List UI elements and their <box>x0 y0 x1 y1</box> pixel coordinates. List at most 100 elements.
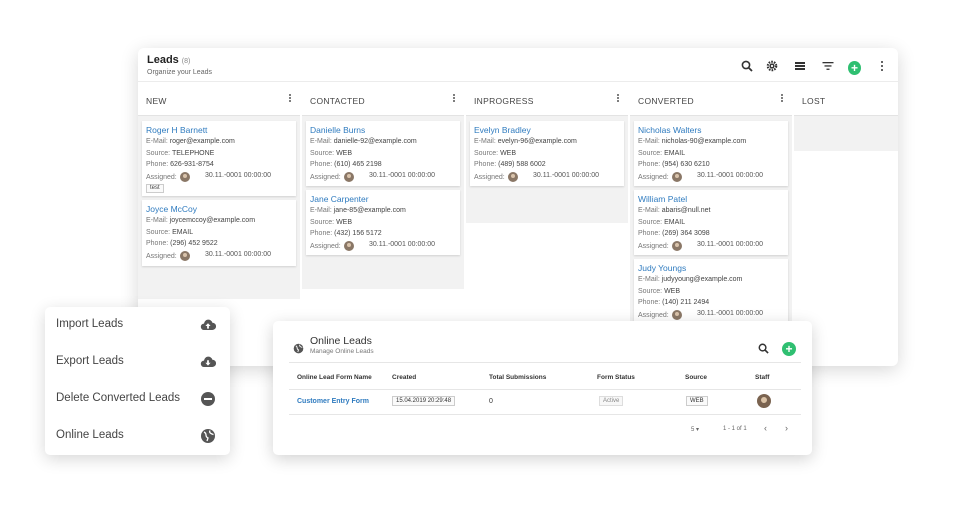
lead-date: 30.11.-0001 00:00:00 <box>697 172 764 179</box>
lead-tag: test <box>146 184 164 193</box>
lead-phone: Phone: (269) 364 3098 <box>638 230 710 237</box>
page-size-select[interactable]: 5 ▾ <box>691 426 699 433</box>
avatar <box>507 172 518 182</box>
column-inprogress: INPROGRESS Evelyn Bradley E-Mail: evelyn… <box>466 83 628 223</box>
lead-name[interactable]: William Patel <box>638 194 687 204</box>
lead-card[interactable]: Danielle Burns E-Mail: danielle-92@examp… <box>306 121 460 186</box>
menu-item-online-leads[interactable]: Online Leads <box>45 418 230 455</box>
column-title: CONVERTED <box>638 96 694 106</box>
lead-assigned: Assigned: <box>310 241 354 251</box>
menu-item-label: Export Leads <box>56 355 124 367</box>
lead-assigned: Assigned: <box>638 310 682 320</box>
lead-name[interactable]: Evelyn Bradley <box>474 125 531 135</box>
column-new: NEW Roger H Barnett E-Mail: roger@exampl… <box>138 83 300 299</box>
lead-count: (8) <box>181 58 191 65</box>
plus-icon: + <box>782 342 796 356</box>
form-name-link[interactable]: Customer Entry Form <box>297 398 369 405</box>
lead-card[interactable]: Roger H Barnett E-Mail: roger@example.co… <box>142 121 296 196</box>
lead-card[interactable]: Jane Carpenter E-Mail: jane-85@example.c… <box>306 190 460 255</box>
avatar <box>179 172 190 182</box>
column-title: INPROGRESS <box>474 96 534 106</box>
column-menu-icon[interactable] <box>288 93 292 103</box>
list-view-icon[interactable] <box>793 59 806 72</box>
column-contacted: CONTACTED Danielle Burns E-Mail: daniell… <box>302 83 464 289</box>
lead-date: 30.11.-0001 00:00:00 <box>205 251 272 258</box>
column-header: CONVERTED <box>630 83 792 116</box>
add-online-lead-button[interactable]: + <box>782 342 796 356</box>
column-header: CONTACTED <box>302 83 464 116</box>
lead-card[interactable]: Joyce McCoy E-Mail: joycemccoy@example.c… <box>142 200 296 266</box>
column-menu-icon[interactable] <box>616 93 620 103</box>
column-header-created: Created <box>392 374 417 381</box>
menu-item-label: Online Leads <box>56 429 124 441</box>
column-header: NEW <box>138 83 300 116</box>
lead-card[interactable]: Judy Youngs E-Mail: judyyoung@example.co… <box>634 259 788 324</box>
lead-source: Source: WEB <box>638 288 681 295</box>
lead-assigned: Assigned: <box>474 172 518 182</box>
prev-page-button[interactable]: ‹ <box>764 423 767 433</box>
divider <box>289 414 801 415</box>
gear-icon[interactable] <box>765 59 778 72</box>
chevron-down-icon: ▾ <box>696 427 700 433</box>
lead-email: E-Mail: jane-85@example.com <box>310 207 406 214</box>
globe-icon <box>293 341 304 354</box>
lead-name[interactable]: Judy Youngs <box>638 263 686 273</box>
menu-item-delete-converted-leads[interactable]: Delete Converted Leads <box>45 381 230 418</box>
lead-email: E-Mail: nicholas-90@example.com <box>638 138 747 145</box>
lead-name[interactable]: Jane Carpenter <box>310 194 369 204</box>
lead-assigned: Assigned: <box>310 172 354 182</box>
column-title: CONTACTED <box>310 96 365 106</box>
menu-item-label: Import Leads <box>56 318 124 330</box>
lead-name[interactable]: Joyce McCoy <box>146 204 197 214</box>
column-menu-icon[interactable] <box>452 93 456 103</box>
lead-email: E-Mail: evelyn-96@example.com <box>474 138 577 145</box>
menu-item-import-leads[interactable]: Import Leads <box>45 307 230 344</box>
lead-source: Source: WEB <box>474 150 517 157</box>
lead-phone: Phone: (140) 211 2494 <box>638 299 710 306</box>
next-page-button[interactable]: › <box>785 423 788 433</box>
lead-email: E-Mail: roger@example.com <box>146 138 235 145</box>
column-lost: LOST <box>794 83 898 151</box>
avatar <box>343 241 354 251</box>
lead-phone: Phone: (610) 465 2198 <box>310 161 382 168</box>
menu-item-label: Delete Converted Leads <box>56 392 181 404</box>
lead-name[interactable]: Nicholas Walters <box>638 125 701 135</box>
menu-item-export-leads[interactable]: Export Leads <box>45 344 230 381</box>
status-badge: Active <box>599 396 624 406</box>
leads-board: Leads (8) Organize your Leads + NEW Roger… <box>138 48 898 366</box>
lead-source: Source: WEB <box>310 219 353 226</box>
lead-source: Source: EMAIL <box>638 150 686 157</box>
search-icon[interactable] <box>740 59 753 72</box>
source-badge: WEB <box>686 396 708 406</box>
filter-icon[interactable] <box>821 59 834 72</box>
add-lead-button[interactable]: + <box>848 60 861 75</box>
leads-actions-menu: Import Leads Export Leads Delete Convert… <box>45 307 230 455</box>
panel-title: Online Leads <box>310 335 372 347</box>
created-date: 15.04.2019 20:29:48 <box>392 396 456 406</box>
globe-icon <box>200 428 216 444</box>
lead-card[interactable]: William Patel E-Mail: abaris@null.net So… <box>634 190 788 255</box>
lead-date: 30.11.-0001 00:00:00 <box>697 241 764 248</box>
more-vertical-icon[interactable] <box>875 59 888 72</box>
divider <box>289 362 801 363</box>
lead-email: E-Mail: abaris@null.net <box>638 207 711 214</box>
lead-phone: Phone: (296) 452 9522 <box>146 240 218 247</box>
column-converted: CONVERTED Nicholas Walters E-Mail: nicho… <box>630 83 792 324</box>
column-header-form-name: Online Lead Form Name <box>297 374 372 381</box>
lead-name[interactable]: Roger H Barnett <box>146 125 207 135</box>
column-header-source: Source <box>685 374 708 381</box>
column-header: LOST <box>794 83 898 116</box>
lead-assigned: Assigned: <box>638 172 682 182</box>
avatar <box>671 241 682 251</box>
avatar <box>179 251 190 261</box>
lead-phone: Phone: (954) 630 6210 <box>638 161 710 168</box>
panel-subtitle: Manage Online Leads <box>310 348 374 355</box>
lead-date: 30.11.-0001 00:00:00 <box>205 172 272 179</box>
column-header-form-status: Form Status <box>597 374 635 381</box>
search-icon[interactable] <box>758 341 769 354</box>
lead-card[interactable]: Nicholas Walters E-Mail: nicholas-90@exa… <box>634 121 788 186</box>
lead-card[interactable]: Evelyn Bradley E-Mail: evelyn-96@example… <box>470 121 624 186</box>
lead-name[interactable]: Danielle Burns <box>310 125 365 135</box>
board-header: Leads (8) Organize your Leads + <box>138 48 898 82</box>
column-menu-icon[interactable] <box>780 93 784 103</box>
